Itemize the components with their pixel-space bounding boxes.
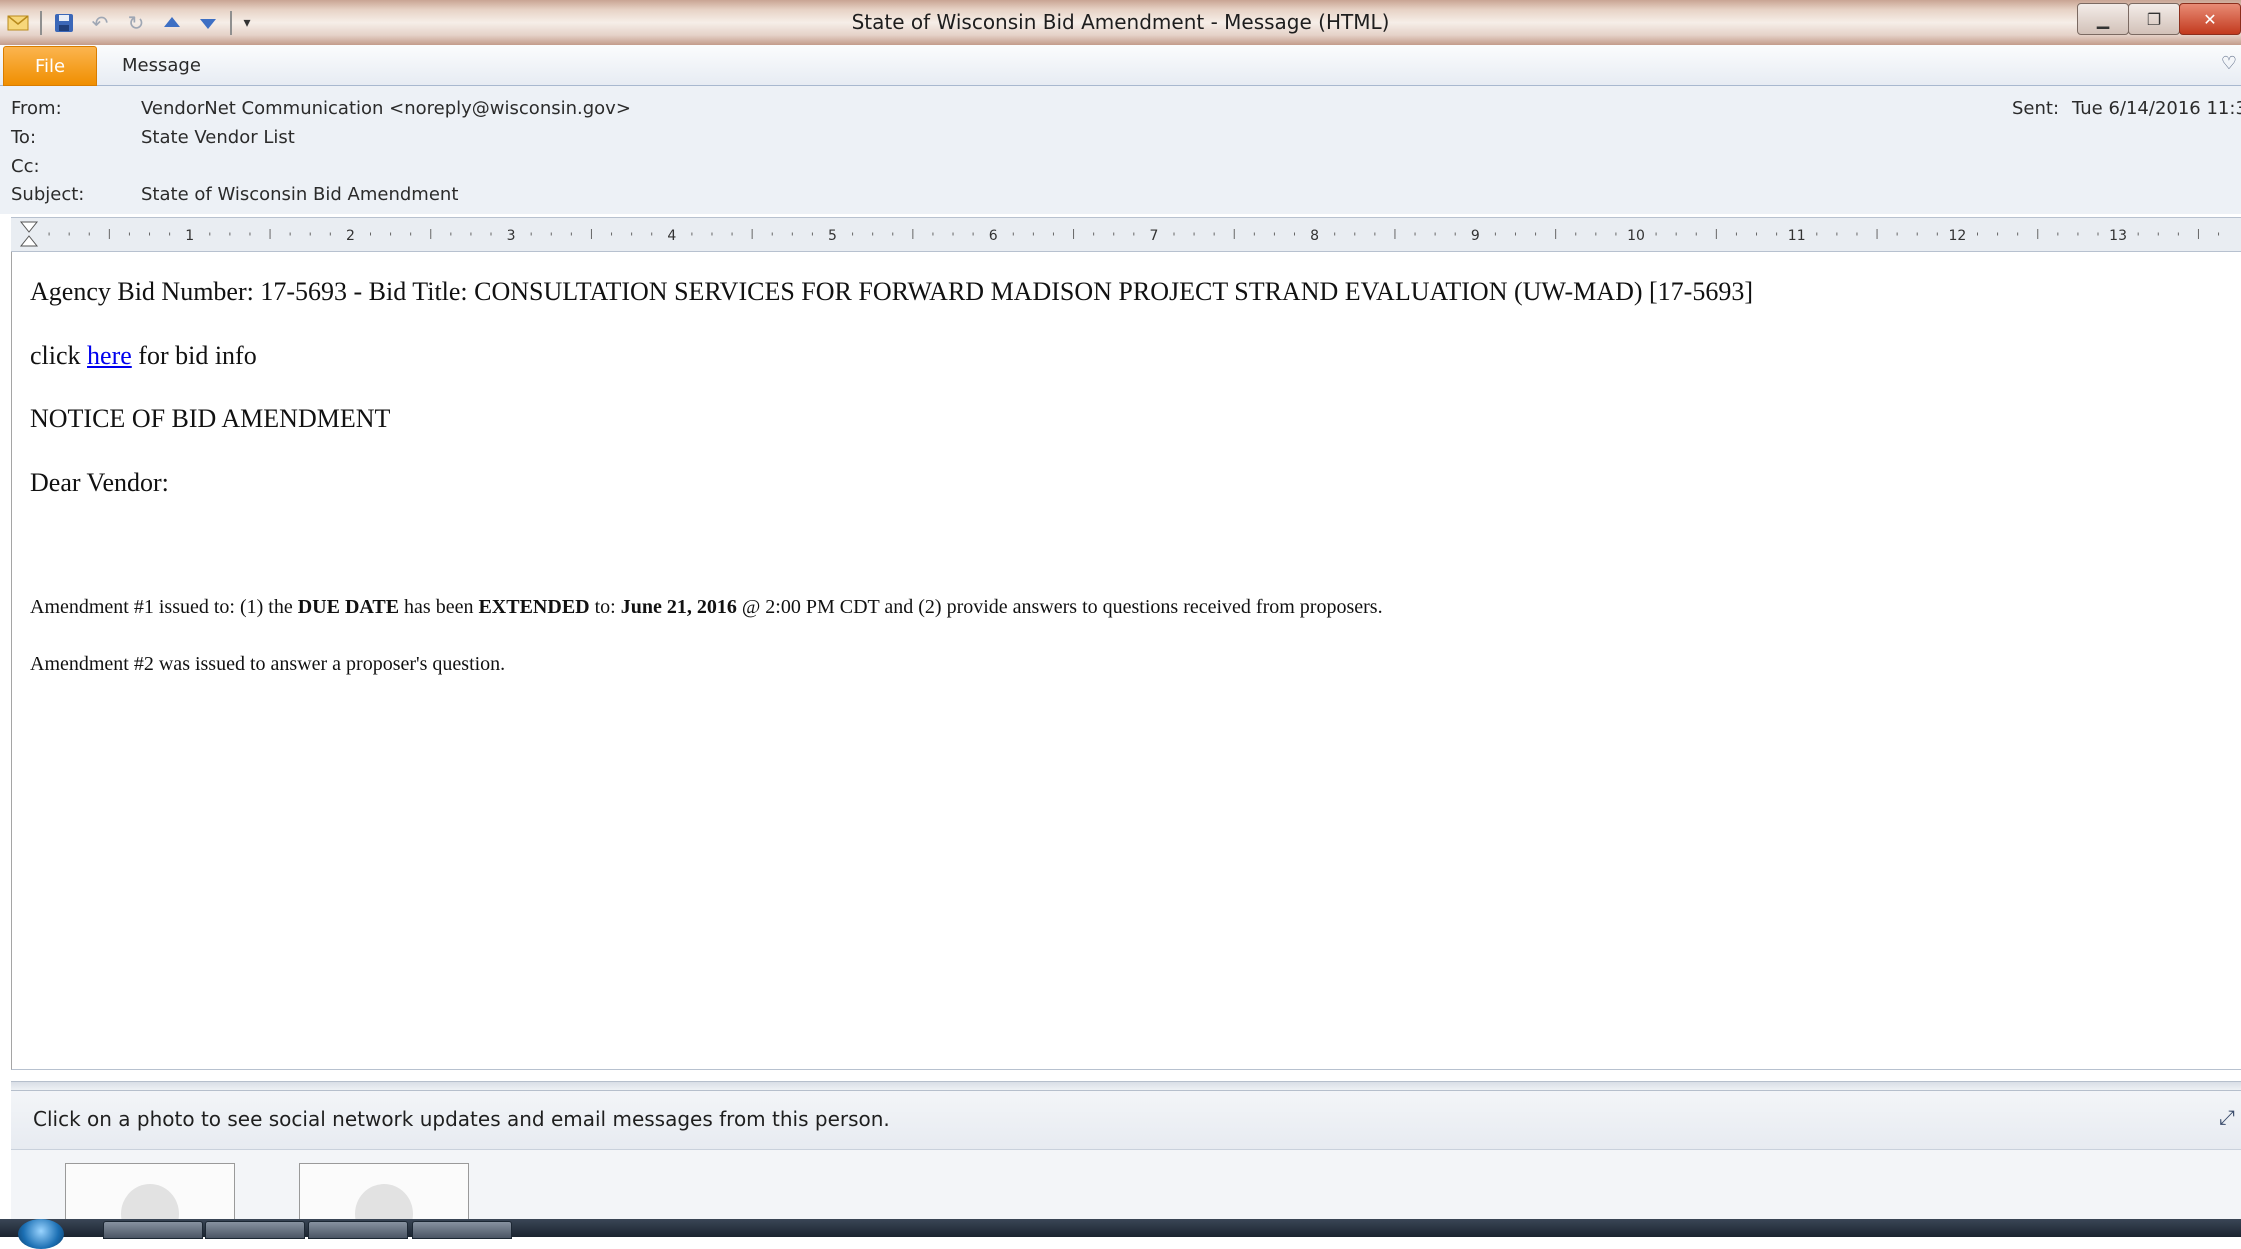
sent-value: Tue 6/14/2016 11:37 bbox=[2072, 98, 2241, 119]
window-title: State of Wisconsin Bid Amendment - Messa… bbox=[851, 10, 1390, 34]
ruler-number: 5 bbox=[828, 228, 837, 244]
ruler-number: 8 bbox=[1310, 228, 1319, 244]
minimize-icon[interactable]: ▁ bbox=[2077, 3, 2129, 35]
ruler-number: 1 bbox=[185, 228, 194, 244]
ruler-number: 4 bbox=[667, 228, 676, 244]
from-label: From: bbox=[11, 98, 62, 119]
bid-info-link[interactable]: here bbox=[87, 341, 132, 370]
ruler-ticks: 1 2 3 4 5 6 7 8 9 10 11 12 13 bbox=[19, 221, 2220, 247]
close-icon[interactable]: ✕ bbox=[2179, 3, 2241, 35]
to-label: To: bbox=[11, 127, 37, 148]
ruler-number: 2 bbox=[346, 228, 355, 244]
title-bar: ↶ ↻ ▾ State of Wisconsin Bid Amendment -… bbox=[0, 0, 2241, 45]
people-pane-text: Click on a photo to see social network u… bbox=[33, 1107, 890, 1131]
taskbar bbox=[0, 1219, 2241, 1249]
indent-marker[interactable] bbox=[19, 221, 39, 247]
contact-photo[interactable] bbox=[299, 1163, 469, 1221]
amend1-text-c: has been bbox=[399, 596, 479, 618]
ruler-number: 12 bbox=[1948, 228, 1966, 244]
expand-icon[interactable]: ⤢ bbox=[2219, 1105, 2235, 1129]
bid-info-line: click here for bid info bbox=[30, 341, 257, 371]
pane-splitter[interactable] bbox=[11, 1081, 2241, 1091]
person-silhouette-icon bbox=[355, 1184, 413, 1220]
start-button-icon[interactable] bbox=[18, 1219, 64, 1249]
people-pane-bar: Click on a photo to see social network u… bbox=[11, 1091, 2241, 1150]
tab-message[interactable]: Message bbox=[112, 46, 211, 84]
taskbar-button[interactable] bbox=[308, 1221, 408, 1239]
sent-label: Sent: bbox=[2012, 98, 2060, 119]
amend1-text-g: @ 2:00 PM CDT and (2) provide answers to… bbox=[736, 596, 1383, 618]
ruler-number: 10 bbox=[1627, 228, 1645, 244]
taskbar-button[interactable] bbox=[103, 1221, 203, 1239]
due-date-text: DUE DATE bbox=[297, 596, 400, 618]
notice-heading: NOTICE OF BID AMENDMENT bbox=[30, 404, 391, 433]
ruler-number: 11 bbox=[1788, 228, 1806, 244]
to-row: To: State Vendor List bbox=[0, 127, 2241, 155]
ribbon-tabs: File Message ♡ bbox=[0, 45, 2241, 86]
person-silhouette-icon bbox=[121, 1184, 179, 1220]
taskbar-button[interactable] bbox=[412, 1221, 512, 1239]
ruler-number: 13 bbox=[2109, 228, 2127, 244]
people-pane: Click on a photo to see social network u… bbox=[11, 1091, 2241, 1221]
ruler-number: 9 bbox=[1471, 228, 1480, 244]
subject-label: Subject: bbox=[11, 184, 85, 205]
from-value[interactable]: VendorNet Communication <noreply@wiscons… bbox=[141, 98, 631, 119]
click-suffix: for bid info bbox=[131, 341, 257, 370]
new-date-text: June 21, 2016 bbox=[620, 596, 737, 618]
click-prefix: click bbox=[30, 341, 88, 370]
ruler: 1 2 3 4 5 6 7 8 9 10 11 12 13 bbox=[11, 217, 2241, 252]
from-row: From: VendorNet Communication <noreply@w… bbox=[0, 98, 2241, 126]
ruler-number: 3 bbox=[507, 228, 516, 244]
to-value[interactable]: State Vendor List bbox=[141, 127, 295, 148]
window-controls: ▁ ❐ ✕ bbox=[2077, 3, 2241, 35]
greeting: Dear Vendor: bbox=[30, 468, 169, 497]
ribbon-expand-icon[interactable]: ♡ bbox=[2221, 53, 2237, 74]
message-header: From: VendorNet Communication <noreply@w… bbox=[0, 86, 2241, 214]
restore-icon[interactable]: ❐ bbox=[2128, 3, 2180, 35]
subject-row: Subject: State of Wisconsin Bid Amendmen… bbox=[0, 184, 2241, 212]
ruler-number: 6 bbox=[989, 228, 998, 244]
amendment-2: Amendment #2 was issued to answer a prop… bbox=[30, 653, 506, 675]
message-body[interactable]: Agency Bid Number: 17-5693 - Bid Title: … bbox=[11, 252, 2241, 1070]
subject-value: State of Wisconsin Bid Amendment bbox=[141, 184, 459, 205]
extended-text: EXTENDED bbox=[478, 596, 590, 618]
taskbar-button[interactable] bbox=[205, 1221, 305, 1239]
tab-file[interactable]: File bbox=[3, 46, 97, 86]
amend1-text-e: to: bbox=[589, 596, 621, 618]
ruler-number: 7 bbox=[1149, 228, 1158, 244]
cc-row: Cc: bbox=[0, 156, 2241, 184]
contact-photo[interactable] bbox=[65, 1163, 235, 1221]
bid-title-line: Agency Bid Number: 17-5693 - Bid Title: … bbox=[30, 277, 1753, 306]
amendment-1: Amendment #1 issued to: (1) the DUE DATE… bbox=[30, 596, 1383, 619]
amend1-text-a: Amendment #1 issued to: (1) the bbox=[30, 596, 298, 618]
cc-label: Cc: bbox=[11, 156, 40, 177]
